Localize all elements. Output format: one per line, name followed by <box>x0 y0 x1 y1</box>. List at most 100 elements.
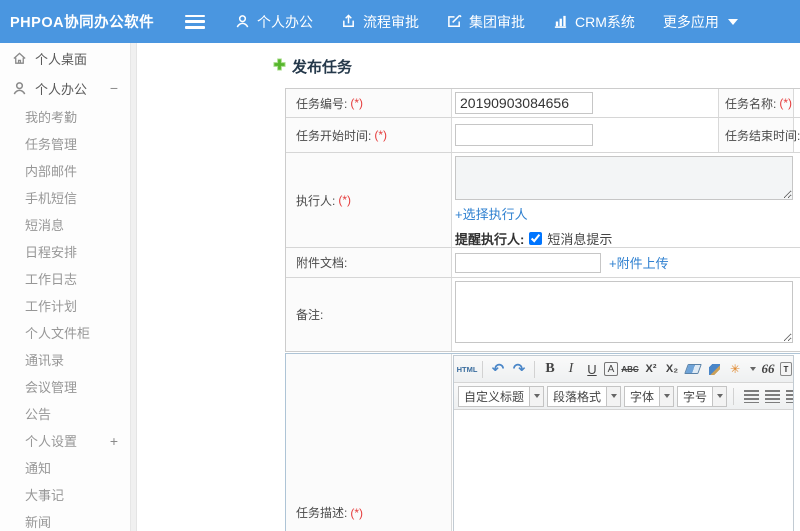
executor-row: 执行人: (*) +选择执行人 提醒执行人: 短消息提示 <box>286 153 800 248</box>
end-time-label: 任务结束时间:(*) <box>718 118 800 152</box>
align-right-button[interactable] <box>786 389 793 403</box>
font-size-select[interactable]: 字号 <box>677 385 728 407</box>
remove-format-button[interactable] <box>684 359 702 379</box>
attachment-cell: +附件上传 <box>452 248 800 277</box>
sidebar-item-新闻[interactable]: 新闻 <box>0 508 136 531</box>
description-row: 任务描述:(*) HTML↶↷BIUAABCX²X₂✳66TA 自定义标题段落格… <box>286 354 800 531</box>
task-form-table: 任务编号:(*) 任务名称:(*) 任务开始时间:(*) 任务结束时 <box>285 88 800 352</box>
caret-down-icon <box>727 18 738 25</box>
top-header: PHPOA协同办公软件 个人办公 流程审批 集团审批 CRM系统 更多应用 <box>0 0 800 43</box>
sidebar-item-个人办公[interactable]: 个人办公 − <box>0 73 136 103</box>
sidebar-item-日程安排[interactable]: 日程安排 <box>0 238 136 265</box>
executor-label: 执行人: (*) <box>286 153 452 247</box>
collapse-icon[interactable]: − <box>110 80 118 96</box>
start-time-cell <box>452 118 718 152</box>
sidebar-item-个人桌面[interactable]: 个人桌面 <box>0 43 136 73</box>
nav-item-流程审批[interactable]: 流程审批 <box>341 12 419 32</box>
caret-down-icon[interactable] <box>606 386 621 406</box>
sidebar-item-工作计划[interactable]: 工作计划 <box>0 292 136 319</box>
format-brush-button[interactable] <box>705 359 723 379</box>
attachment-label: 附件文档: <box>286 248 452 277</box>
page-title-text: 发布任务 <box>292 59 353 76</box>
executor-textarea[interactable] <box>455 156 793 200</box>
start-time-label: 任务开始时间: (*) <box>286 118 452 152</box>
menu-toggle-icon[interactable] <box>185 14 205 29</box>
start-time-input[interactable] <box>455 124 593 146</box>
sidebar-item-工作日志[interactable]: 工作日志 <box>0 265 136 292</box>
sidebar-scrollbar[interactable] <box>130 43 136 531</box>
nav-item-个人办公[interactable]: 个人办公 <box>235 12 313 32</box>
remark-row: 备注: <box>286 278 800 351</box>
paragraph-format-select[interactable]: 段落格式 <box>547 385 622 407</box>
source-button[interactable]: HTML <box>457 359 478 379</box>
italic-button[interactable]: I <box>562 359 580 379</box>
superscript-button[interactable]: X² <box>642 359 660 379</box>
end-time-cell <box>794 118 800 152</box>
align-buttons <box>744 389 793 403</box>
blockquote-button[interactable]: 66 <box>759 359 777 379</box>
sidebar-item-个人设置[interactable]: 个人设置 + <box>0 427 136 454</box>
remark-cell <box>452 278 800 351</box>
editor-toolbar-row2: 自定义标题 段落格式 字体 字号 <box>454 383 793 410</box>
executor-cell: +选择执行人 提醒执行人: 短消息提示 <box>452 153 800 247</box>
autotypeset-button[interactable]: ✳ <box>726 359 744 379</box>
bold-button[interactable]: B <box>541 359 559 379</box>
redo-button[interactable]: ↷ <box>510 359 528 379</box>
font-family-select[interactable]: 字体 <box>624 385 675 407</box>
attachment-upload-link[interactable]: +附件上传 <box>609 253 669 272</box>
nav-item-CRM系统[interactable]: CRM系统 <box>553 12 635 32</box>
sidebar-item-个人文件柜[interactable]: 个人文件柜 <box>0 319 136 346</box>
sidebar-item-大事记[interactable]: 大事记 <box>0 481 136 508</box>
strikethrough-button[interactable]: ABC <box>621 359 639 379</box>
person-icon <box>235 14 250 29</box>
paste-text-button[interactable]: T <box>780 362 792 376</box>
sidebar: 个人桌面 个人办公 − 我的考勤 任务管理 内部邮件 手机短信 短消息 日程安排 工作日志 工作计划… <box>0 43 137 531</box>
sms-remind-checkbox[interactable] <box>529 232 543 245</box>
char-border-button[interactable]: A <box>604 362 618 376</box>
expand-icon[interactable]: + <box>110 433 118 449</box>
start-time-row: 任务开始时间:(*) 任务结束时间:(*) <box>286 118 800 153</box>
sidebar-item-公告[interactable]: 公告 <box>0 400 136 427</box>
edit-square-icon <box>447 14 462 29</box>
bar-chart-icon <box>553 14 568 29</box>
caret-down-icon[interactable] <box>529 386 544 406</box>
sidebar-item-我的考勤[interactable]: 我的考勤 <box>0 103 136 130</box>
custom-title-select[interactable]: 自定义标题 <box>458 385 545 407</box>
caret-down-icon[interactable] <box>750 367 756 371</box>
align-left-button[interactable] <box>744 389 760 403</box>
description-label: 任务描述: (*) <box>296 506 364 520</box>
remark-label: 备注: <box>286 278 452 351</box>
attachment-row: 附件文档: +附件上传 <box>286 248 800 278</box>
task-no-cell <box>452 89 718 117</box>
flow-approve-icon <box>341 14 356 29</box>
description-label-cell: 任务描述: (*) <box>286 354 452 531</box>
caret-down-icon[interactable] <box>712 386 727 406</box>
task-name-cell <box>794 89 800 117</box>
editor-content-area[interactable] <box>454 410 793 531</box>
top-nav: 个人办公 流程审批 集团审批 CRM系统 更多应用 <box>235 12 738 32</box>
nav-item-集团审批[interactable]: 集团审批 <box>447 12 525 32</box>
sidebar-item-手机短信[interactable]: 手机短信 <box>0 184 136 211</box>
nav-item-更多应用[interactable]: 更多应用 <box>663 12 738 32</box>
caret-down-icon[interactable] <box>659 386 674 406</box>
main-content: 发布任务 任务编号:(*) 任务名称:(*) 任务开始时间:(*) <box>137 43 800 531</box>
undo-button[interactable]: ↶ <box>489 359 507 379</box>
sidebar-item-会议管理[interactable]: 会议管理 <box>0 373 136 400</box>
home-icon <box>12 51 27 66</box>
sidebar-item-任务管理[interactable]: 任务管理 <box>0 130 136 157</box>
sidebar-item-通知[interactable]: 通知 <box>0 454 136 481</box>
sidebar-item-短消息[interactable]: 短消息 <box>0 211 136 238</box>
attachment-input[interactable] <box>455 252 601 273</box>
align-center-button[interactable] <box>765 389 781 403</box>
sidebar-item-通讯录[interactable]: 通讯录 <box>0 346 136 373</box>
person-icon <box>12 81 27 96</box>
sidebar-item-内部邮件[interactable]: 内部邮件 <box>0 157 136 184</box>
underline-button[interactable]: U <box>583 359 601 379</box>
remark-textarea[interactable] <box>455 281 793 343</box>
task-no-input[interactable] <box>455 92 593 114</box>
toolbar-separator <box>482 360 483 378</box>
choose-executor-link[interactable]: +选择执行人 <box>455 207 528 222</box>
description-section: 任务描述:(*) HTML↶↷BIUAABCX²X₂✳66TA 自定义标题段落格… <box>285 353 800 531</box>
subscript-button[interactable]: X₂ <box>663 359 681 379</box>
toolbar-separator <box>733 387 735 405</box>
